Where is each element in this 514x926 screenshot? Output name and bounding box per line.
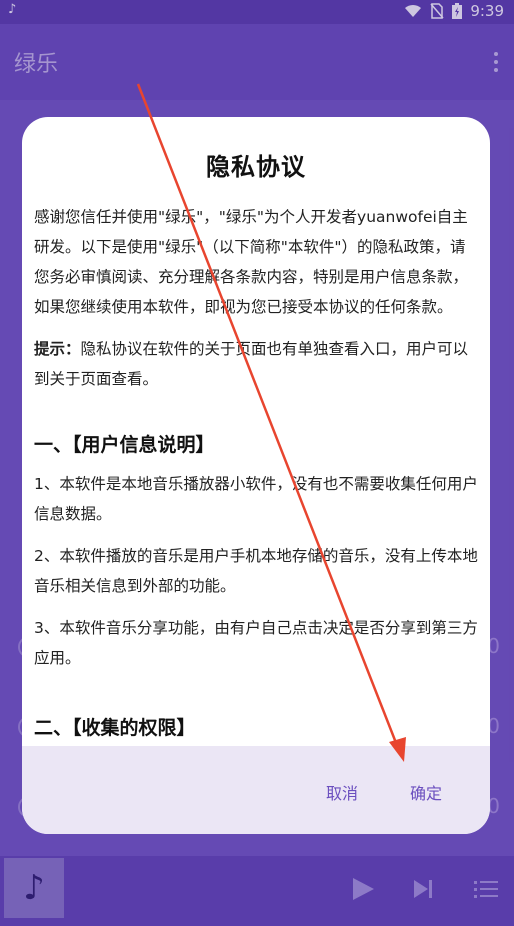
dialog-title: 隐私协议 (206, 153, 306, 181)
section1-item: 3、本软件音乐分享功能，由有户自己点击决定是否分享到第三方应用。 (34, 619, 478, 667)
section1-item: 2、本软件播放的音乐是用户手机本地存储的音乐，没有上传本地音乐相关信息到外部的功… (34, 547, 478, 595)
tip-label: 提示： (34, 340, 81, 358)
dialog-content[interactable]: 隐私协议 感谢您信任并使用"绿乐"，"绿乐"为个人开发者yuanwofei自主研… (22, 117, 490, 746)
cancel-button[interactable]: 取消 (326, 780, 358, 804)
intro-paragraph: 感谢您信任并使用"绿乐"，"绿乐"为个人开发者yuanwofei自主研发。以下是… (34, 208, 469, 316)
section2-title: 二、【收集的权限】 (34, 717, 196, 739)
privacy-dialog: 隐私协议 感谢您信任并使用"绿乐"，"绿乐"为个人开发者yuanwofei自主研… (22, 117, 490, 834)
section1-item: 1、本软件是本地音乐播放器小软件，没有也不需要收集任何用户信息数据。 (34, 475, 478, 523)
section1-title: 一、【用户信息说明】 (34, 434, 215, 456)
tip-text: 隐私协议在软件的关于页面也有单独查看入口，用户可以到关于页面查看。 (34, 340, 469, 388)
dialog-actions: 取消 确定 (22, 746, 490, 834)
confirm-button[interactable]: 确定 (410, 780, 442, 804)
tip-paragraph: 提示：隐私协议在软件的关于页面也有单独查看入口，用户可以到关于页面查看。 (34, 334, 478, 394)
